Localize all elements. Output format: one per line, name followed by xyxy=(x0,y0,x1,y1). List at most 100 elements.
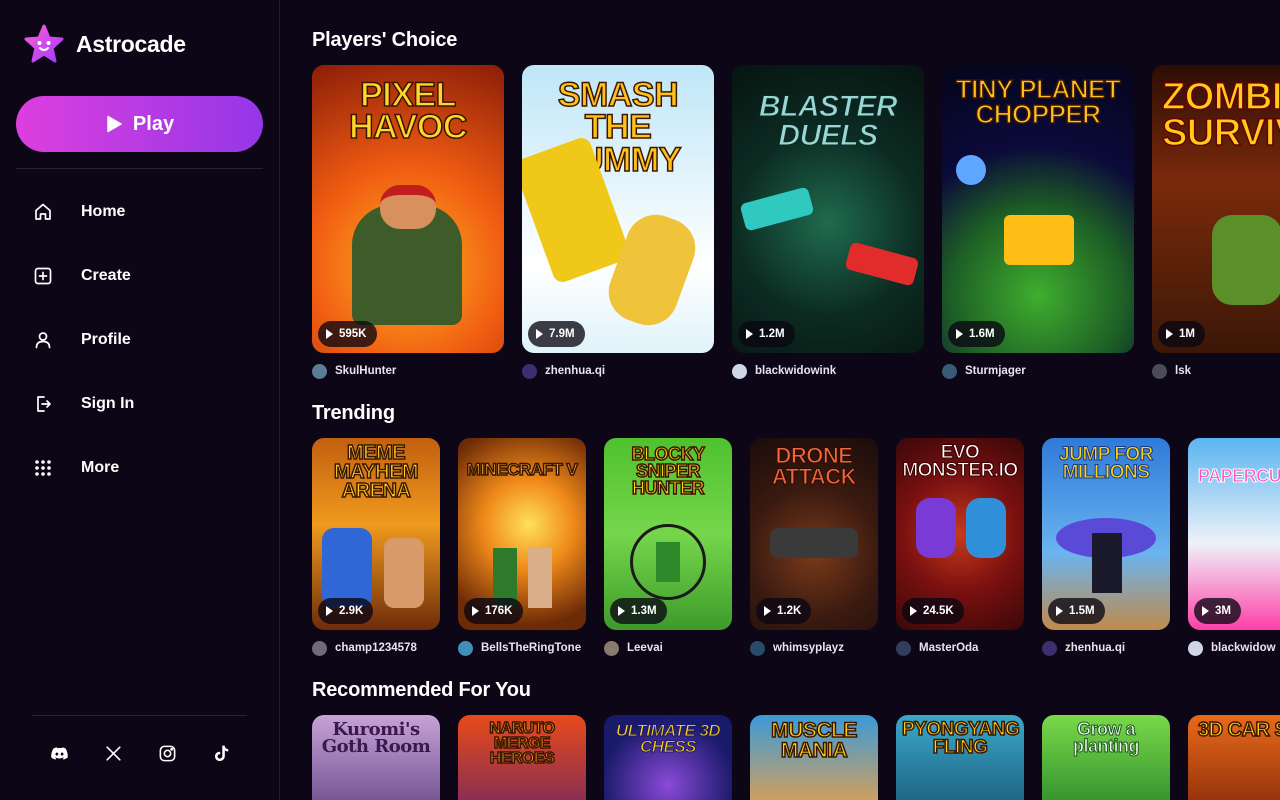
creator-avatar xyxy=(1152,363,1167,379)
brand-logo[interactable]: Astrocade xyxy=(24,24,186,64)
game-thumbnail-title: Muscle Mania xyxy=(770,719,858,762)
sign-in-icon xyxy=(37,396,51,412)
play-count-badge: 1.6M xyxy=(948,321,1005,347)
creator-row[interactable]: blackwidowink xyxy=(732,363,924,379)
game-thumbnail-title: Pyongyang Fling xyxy=(901,719,1020,759)
game-thumbnail-title: Tiny Planet Chopper xyxy=(955,74,1121,129)
sidebar-item-label: Sign In xyxy=(81,395,135,412)
creator-avatar xyxy=(312,640,327,656)
game-card[interactable]: Muscle Mania xyxy=(750,715,878,800)
game-thumbnail: Grow a planting xyxy=(1042,715,1170,800)
game-thumbnail: Ultimate 3D Chess xyxy=(604,715,732,800)
section-title-recommended: Recommended For You xyxy=(312,679,531,701)
game-card[interactable]: Papercut 3M blackwidow xyxy=(1188,438,1280,656)
recommended-row: Kuromi's Goth Room Naruto Merge Heroes U… xyxy=(312,715,1280,800)
game-thumbnail: Naruto Merge Heroes xyxy=(458,715,586,800)
sidebar-item-profile[interactable]: Profile xyxy=(16,308,263,372)
game-card[interactable]: 3D Car Shop xyxy=(1188,715,1280,800)
sidebar-item-create[interactable]: Create xyxy=(16,244,263,308)
creator-row[interactable]: SkulHunter xyxy=(312,363,504,379)
creator-row[interactable]: lsk xyxy=(1152,363,1280,379)
game-card[interactable]: Ultimate 3D Chess xyxy=(604,715,732,800)
creator-row[interactable]: BellsTheRingTone xyxy=(458,640,586,656)
creator-row[interactable]: zhenhua.qi xyxy=(1042,640,1170,656)
sidebar-divider xyxy=(32,715,247,716)
creator-row[interactable]: MasterOda xyxy=(896,640,1024,656)
creator-row[interactable]: zhenhua.qi xyxy=(522,363,714,379)
sidebar-item-more[interactable]: More xyxy=(16,436,263,500)
game-thumbnail-title: Ultimate 3D Chess xyxy=(615,721,721,757)
play-count-badge: 2.9K xyxy=(318,598,374,624)
sidebar-nav: Home Create Profile Sign In More xyxy=(16,180,263,500)
game-thumbnail: Minecraft V 176K xyxy=(458,438,586,630)
game-thumbnail: Zombie Survival 1M xyxy=(1152,65,1280,353)
creator-row[interactable]: whimsyplayz xyxy=(750,640,878,656)
game-thumbnail-title: Kuromi's Goth Room xyxy=(321,719,431,758)
user-icon xyxy=(35,332,51,349)
game-card[interactable]: Pyongyang Fling xyxy=(896,715,1024,800)
game-thumbnail-title: Drone Attack xyxy=(771,443,857,489)
creator-row[interactable]: champ1234578 xyxy=(312,640,440,656)
game-thumbnail: Tiny Planet Chopper 1.6M xyxy=(942,65,1134,353)
game-thumbnail: Papercut 3M xyxy=(1188,438,1280,630)
game-thumbnail: Evo Monster.io 24.5K xyxy=(896,438,1024,630)
play-count-badge: 1.2K xyxy=(756,598,812,624)
play-count-badge: 176K xyxy=(464,598,523,624)
game-thumbnail-title: Evo Monster.io xyxy=(902,442,1019,482)
game-thumbnail: Blocky Sniper Hunter 1.3M xyxy=(604,438,732,630)
creator-avatar xyxy=(1042,640,1057,656)
sidebar-item-sign-in[interactable]: Sign In xyxy=(16,372,263,436)
game-thumbnail-title: Papercut xyxy=(1198,466,1280,486)
game-thumbnail: 3D Car Shop xyxy=(1188,715,1280,800)
creator-row[interactable]: Sturmjager xyxy=(942,363,1134,379)
game-card[interactable]: Pixel Havoc 595K SkulHunter xyxy=(312,65,504,379)
game-thumbnail-title: 3D Car Shop xyxy=(1197,719,1280,741)
game-card[interactable]: Smash the Dummy 7.9M zhenhua.qi xyxy=(522,65,714,379)
play-count-badge: 1.3M xyxy=(610,598,667,624)
game-card[interactable]: Minecraft V 176K BellsTheRingTone xyxy=(458,438,586,656)
game-card[interactable]: Blocky Sniper Hunter 1.3M Leevai xyxy=(604,438,732,656)
home-icon xyxy=(35,203,51,220)
x-icon[interactable] xyxy=(104,744,123,763)
instagram-icon[interactable] xyxy=(158,744,177,763)
discord-icon[interactable] xyxy=(50,744,69,763)
play-count-badge: 1.5M xyxy=(1048,598,1105,624)
game-card[interactable]: Grow a planting xyxy=(1042,715,1170,800)
game-card[interactable]: Zombie Survival 1M lsk xyxy=(1152,65,1280,379)
sidebar-item-label: Profile xyxy=(81,331,131,348)
trending-row: Meme Mayhem Arena 2.9K champ1234578 Mine… xyxy=(312,438,1280,656)
game-thumbnail: Pyongyang Fling xyxy=(896,715,1024,800)
game-card[interactable]: Tiny Planet Chopper 1.6M Sturmjager xyxy=(942,65,1134,379)
play-count-badge: 595K xyxy=(318,321,377,347)
game-thumbnail: Blaster Duels 1.2M xyxy=(732,65,924,353)
game-thumbnail: Jump for Millions 1.5M xyxy=(1042,438,1170,630)
game-thumbnail: Pixel Havoc 595K xyxy=(312,65,504,353)
play-count-badge: 24.5K xyxy=(902,598,964,624)
sidebar-item-home[interactable]: Home xyxy=(16,180,263,244)
game-card[interactable]: Drone Attack 1.2K whimsyplayz xyxy=(750,438,878,656)
tiktok-icon[interactable] xyxy=(212,744,231,763)
game-thumbnail: Drone Attack 1.2K xyxy=(750,438,878,630)
game-card[interactable]: Evo Monster.io 24.5K MasterOda xyxy=(896,438,1024,656)
game-card[interactable]: Naruto Merge Heroes xyxy=(458,715,586,800)
game-thumbnail: Muscle Mania xyxy=(750,715,878,800)
game-card[interactable]: Meme Mayhem Arena 2.9K champ1234578 xyxy=(312,438,440,656)
creator-avatar xyxy=(522,363,537,379)
sidebar-item-label: Create xyxy=(81,267,131,284)
plus-square-icon xyxy=(34,267,52,285)
game-card[interactable]: Blaster Duels 1.2M blackwidowink xyxy=(732,65,924,379)
game-thumbnail-title: Zombie Survival xyxy=(1161,76,1280,155)
creator-row[interactable]: blackwidow xyxy=(1188,640,1280,656)
section-title-trending: Trending xyxy=(312,402,395,424)
game-card[interactable]: Jump for Millions 1.5M zhenhua.qi xyxy=(1042,438,1170,656)
main-content: Players' Choice Pixel Havoc 595K SkulHun… xyxy=(281,0,1280,800)
game-thumbnail-title: Blocky Sniper Hunter xyxy=(631,444,706,499)
game-card[interactable]: Kuromi's Goth Room xyxy=(312,715,440,800)
creator-avatar xyxy=(896,640,911,656)
play-count-badge: 3M xyxy=(1194,598,1241,624)
creator-avatar xyxy=(312,363,327,379)
play-button[interactable]: Play xyxy=(16,96,263,152)
game-thumbnail-title: Pixel Havoc xyxy=(348,76,468,147)
creator-avatar xyxy=(1188,640,1203,656)
creator-row[interactable]: Leevai xyxy=(604,640,732,656)
